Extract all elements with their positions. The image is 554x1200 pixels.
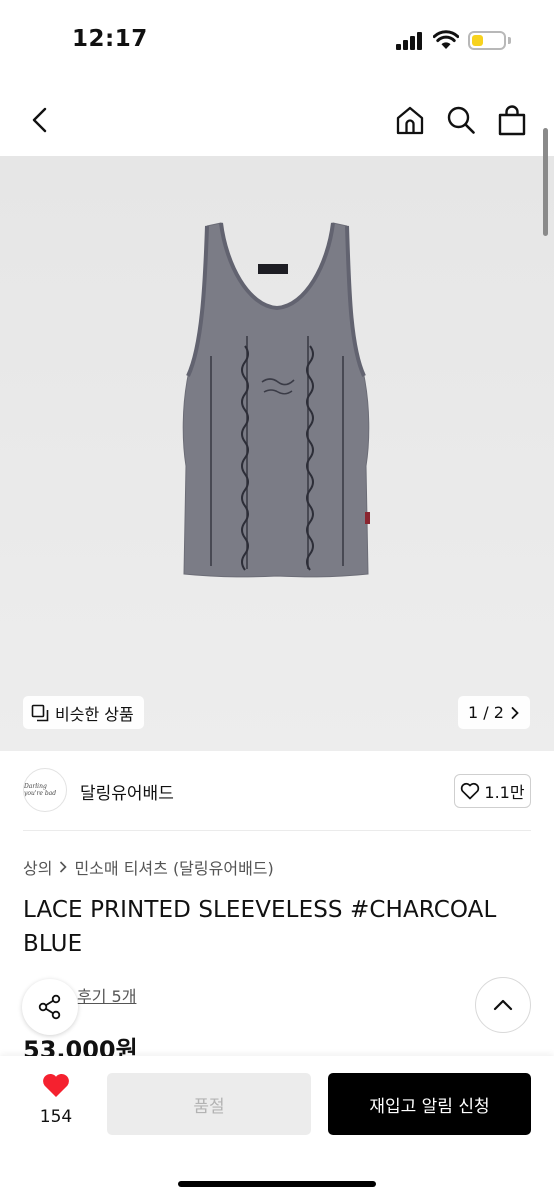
divider [23,830,531,831]
breadcrumb: 상의 민소매 티셔츠 (달링유어배드) [23,855,274,879]
wish-count: 154 [39,1107,73,1127]
search-icon [447,106,475,134]
brand-logo[interactable]: Darling you're bad [23,768,67,812]
similar-products-label: 비슷한 상품 [55,704,134,724]
chevron-right-icon [511,706,519,719]
home-button[interactable] [390,100,430,140]
review-link[interactable]: 후기 5개 [77,987,136,1006]
chevron-right-icon [60,861,68,873]
brand-like-button[interactable]: 1.1만 [454,774,531,808]
home-icon [396,106,424,135]
back-icon [32,107,47,133]
chevron-up-icon [493,999,513,1011]
restock-alert-button[interactable]: 재입고 알림 신청 [328,1073,531,1135]
product-title: LACE PRINTED SLEEVELESS #CHARCOAL BLUE [23,897,497,957]
heart-filled-icon [43,1073,69,1097]
scroll-to-top-button[interactable] [475,977,531,1033]
home-indicator [178,1181,376,1187]
shopping-bag-icon [498,105,526,136]
brand-row[interactable]: Darling you're bad 달링유어배드 1.1만 [0,751,554,831]
similar-products-button[interactable]: 비슷한 상품 [23,696,144,729]
top-nav [0,84,554,156]
product-photo [182,222,370,578]
status-bar: 12:17 [0,0,554,84]
battery-level [472,35,483,46]
brand-logo-text: Darling you're bad [24,783,57,797]
signal-icon [396,32,422,50]
bottom-action-bar: 154 품절 재입고 알림 신청 [0,1056,554,1200]
soldout-button[interactable]: 품절 [107,1073,311,1135]
back-button[interactable] [20,100,60,140]
heart-outline-icon [461,782,480,800]
breadcrumb-subcategory[interactable]: 민소매 티셔츠 (달링유어배드) [74,855,273,879]
similar-products-icon [31,704,49,721]
share-button[interactable] [22,979,78,1035]
share-icon [38,994,61,1020]
page-indicator-text: 1 / 2 [468,703,504,722]
search-button[interactable] [441,100,481,140]
battery-nub [508,37,511,44]
brand-name[interactable]: 달링유어배드 [80,779,174,804]
brand-like-count: 1.1만 [484,783,525,802]
scrollbar[interactable] [543,128,548,236]
image-page-indicator[interactable]: 1 / 2 [458,696,530,729]
cart-button[interactable] [492,100,532,140]
breadcrumb-category[interactable]: 상의 [23,855,52,879]
wishlist-button[interactable]: 154 [24,1072,88,1136]
status-time: 12:17 [72,26,148,52]
wifi-icon [433,30,459,49]
product-image-gallery[interactable] [0,156,554,751]
battery-icon [468,31,506,50]
